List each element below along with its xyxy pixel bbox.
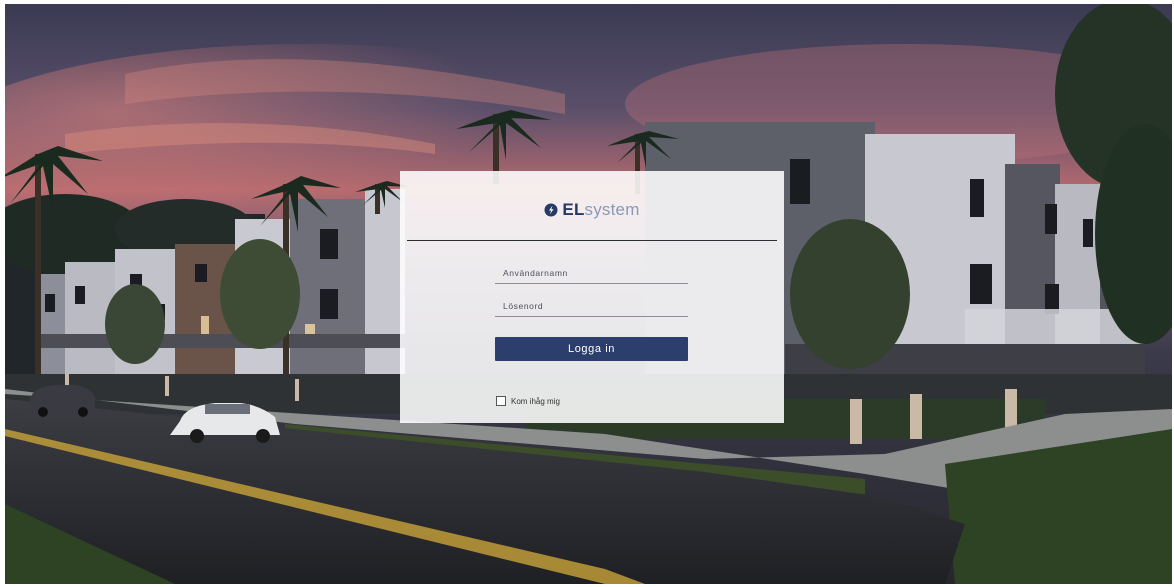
login-card: EL system Logga in Kom ihåg mig xyxy=(400,171,784,423)
login-page: EL system Logga in Kom ihåg mig xyxy=(5,4,1172,584)
brand-name-bold: EL xyxy=(562,200,585,219)
login-button[interactable]: Logga in xyxy=(495,337,688,361)
lightning-drop-icon xyxy=(544,203,558,217)
password-field[interactable] xyxy=(495,295,688,317)
remember-me-checkbox[interactable] xyxy=(496,396,506,406)
remember-me-label: Kom ihåg mig xyxy=(511,396,560,406)
brand-name-light: system xyxy=(584,200,640,219)
header-divider xyxy=(407,240,777,241)
remember-me[interactable]: Kom ihåg mig xyxy=(496,394,560,408)
brand-logo: EL system xyxy=(400,199,784,221)
username-field[interactable] xyxy=(495,262,688,284)
